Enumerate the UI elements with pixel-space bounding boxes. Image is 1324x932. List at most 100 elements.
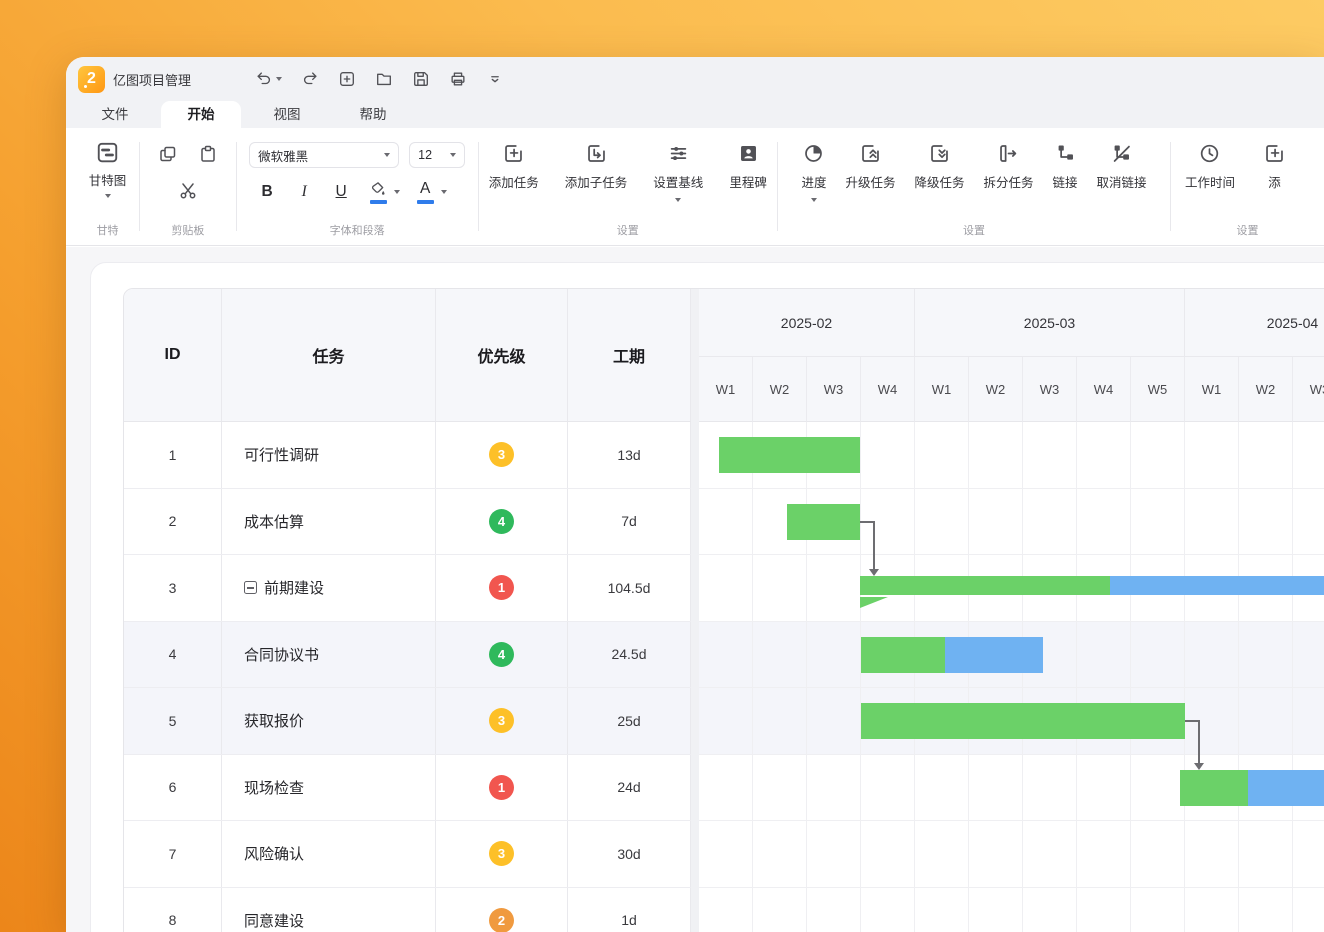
task-table-header: ID任务优先级工期 xyxy=(124,289,691,422)
ribbon-button-添[interactable]: 添 xyxy=(1263,142,1286,191)
cut-icon xyxy=(178,181,198,201)
ribbon-button-取消链接[interactable]: 取消链接 xyxy=(1097,142,1147,202)
open-button[interactable] xyxy=(375,70,393,88)
chevron-down-icon xyxy=(384,153,390,157)
redo-icon xyxy=(301,70,319,88)
chevron-down-icon xyxy=(394,190,400,194)
task-table: ID任务优先级工期 1可行性调研313d2成本估算47d3前期建设1104.5d… xyxy=(124,289,691,932)
ribbon-button-进度[interactable]: 进度 xyxy=(801,142,826,202)
table-row[interactable]: 7风险确认330d xyxy=(124,821,691,888)
color-underline xyxy=(417,200,434,204)
button-label: 甘特图 xyxy=(89,170,127,189)
task-priority-cell: 4 xyxy=(436,489,568,555)
ribbon-button-升级任务[interactable]: 升级任务 xyxy=(845,142,895,202)
task-id-cell: 6 xyxy=(124,755,222,821)
table-gantt-splitter[interactable] xyxy=(691,289,699,932)
save-button[interactable] xyxy=(412,70,430,88)
table-row[interactable]: 1可行性调研313d xyxy=(124,422,691,489)
ribbon-button-添加子任务[interactable]: 添加子任务 xyxy=(565,142,628,202)
gantt-bar-task-2[interactable] xyxy=(787,504,860,540)
underline-button[interactable]: U xyxy=(329,179,353,205)
task-name-cell: 风险确认 xyxy=(222,821,436,887)
task-duration-cell: 13d xyxy=(568,422,691,488)
task-name: 合同协议书 xyxy=(244,644,319,665)
button-label: 降级任务 xyxy=(914,172,964,191)
fill-color-button[interactable] xyxy=(366,179,390,205)
ribbon-group-label: 设置 xyxy=(479,222,777,238)
tab-文件[interactable]: 文件 xyxy=(75,101,155,128)
ribbon-group-structure: 进度升级任务降级任务拆分任务链接取消链接设置 xyxy=(778,138,1170,245)
split-task-icon xyxy=(997,142,1020,165)
task-id-cell: 3 xyxy=(124,555,222,621)
bar-progress-segment xyxy=(861,703,1185,739)
table-row[interactable]: 3前期建设1104.5d xyxy=(124,555,691,622)
promote-task-icon xyxy=(859,142,882,165)
week-cell: W3 xyxy=(1023,357,1077,422)
gantt-row xyxy=(699,688,1324,755)
ribbon-group-label: 设置 xyxy=(1171,222,1324,238)
font-color-button[interactable]: A xyxy=(413,179,437,205)
collapse-button[interactable] xyxy=(486,70,504,88)
quick-access-toolbar xyxy=(255,70,504,88)
desktop-background: 2 亿图项目管理 文件开始视图帮助 甘特图甘特剪贴板微软雅黑12BIUA字体和段… xyxy=(0,0,1324,932)
ribbon-button-设置基线[interactable]: 设置基线 xyxy=(653,142,703,202)
table-row[interactable]: 2成本估算47d xyxy=(124,489,691,556)
ribbon-group-label: 甘特 xyxy=(76,222,139,238)
font-controls: 微软雅黑 12 B I U A xyxy=(249,140,465,205)
priority-badge: 1 xyxy=(489,575,514,600)
gantt-bar-task-1[interactable] xyxy=(719,437,860,473)
tab-帮助[interactable]: 帮助 xyxy=(333,101,413,128)
ribbon-button-拆分任务[interactable]: 拆分任务 xyxy=(983,142,1033,202)
gantt-bar-task-4[interactable] xyxy=(861,637,1043,673)
priority-badge: 3 xyxy=(489,442,514,467)
collapse-toggle-icon[interactable] xyxy=(244,581,257,594)
baseline-icon xyxy=(667,142,690,165)
ribbon-button-里程碑[interactable]: 里程碑 xyxy=(729,142,767,202)
week-cell: W2 xyxy=(1239,357,1293,422)
bar-remaining-segment xyxy=(945,637,1043,673)
task-duration-cell: 24d xyxy=(568,755,691,821)
italic-button[interactable]: I xyxy=(292,179,316,205)
ribbon-button-降级任务[interactable]: 降级任务 xyxy=(914,142,964,202)
table-row[interactable]: 4合同协议书424.5d xyxy=(124,622,691,689)
button-label: 设置基线 xyxy=(653,172,703,191)
ribbon-button-添加任务[interactable]: 添加任务 xyxy=(489,142,539,202)
font-size-select[interactable]: 12 xyxy=(409,142,465,168)
font-name-value: 微软雅黑 xyxy=(258,146,308,165)
week-cell: W1 xyxy=(699,357,753,422)
app-title: 亿图项目管理 xyxy=(113,70,191,89)
paste-button[interactable] xyxy=(198,144,218,169)
tab-视图[interactable]: 视图 xyxy=(247,101,327,128)
gantt-row xyxy=(699,888,1324,932)
ribbon-button-链接[interactable]: 链接 xyxy=(1053,142,1078,202)
table-row[interactable]: 8同意建设21d xyxy=(124,888,691,932)
gantt-bar-task-5[interactable] xyxy=(861,703,1185,739)
font-name-select[interactable]: 微软雅黑 xyxy=(249,142,399,168)
timeline-weeks: W1W2W3W4W1W2W3W4W5W1W2W3W4 xyxy=(699,357,1324,422)
ribbon-button-工作时间[interactable]: 工作时间 xyxy=(1185,142,1235,191)
tab-开始[interactable]: 开始 xyxy=(161,101,241,128)
priority-badge: 4 xyxy=(489,642,514,667)
bold-button[interactable]: B xyxy=(255,179,279,205)
task-duration-cell: 25d xyxy=(568,688,691,754)
print-button[interactable] xyxy=(449,70,467,88)
table-row[interactable]: 6现场检查124d xyxy=(124,755,691,822)
week-cell: W1 xyxy=(1185,357,1239,422)
undo-button[interactable] xyxy=(255,70,282,88)
gantt-bar-task-6[interactable] xyxy=(1180,770,1324,806)
gantt-view-button[interactable]: 甘特图 xyxy=(89,140,127,198)
titlebar: 2 亿图项目管理 xyxy=(66,57,1324,101)
glyph: I xyxy=(302,183,307,201)
task-buttons: 添加任务添加子任务设置基线 里程碑 xyxy=(489,142,767,202)
copy-button[interactable] xyxy=(158,144,178,169)
chevron-down-icon xyxy=(450,153,456,157)
table-row[interactable]: 5获取报价325d xyxy=(124,688,691,755)
redo-button[interactable] xyxy=(301,70,319,88)
new-button[interactable] xyxy=(338,70,356,88)
cut-button[interactable] xyxy=(178,181,198,206)
glyph: B xyxy=(262,183,273,201)
ribbon-group-label: 字体和段落 xyxy=(237,222,478,238)
week-cell: W3 xyxy=(1293,357,1324,422)
summary-bar-cap xyxy=(860,595,888,613)
gantt-bar-task-3[interactable] xyxy=(860,576,1324,595)
